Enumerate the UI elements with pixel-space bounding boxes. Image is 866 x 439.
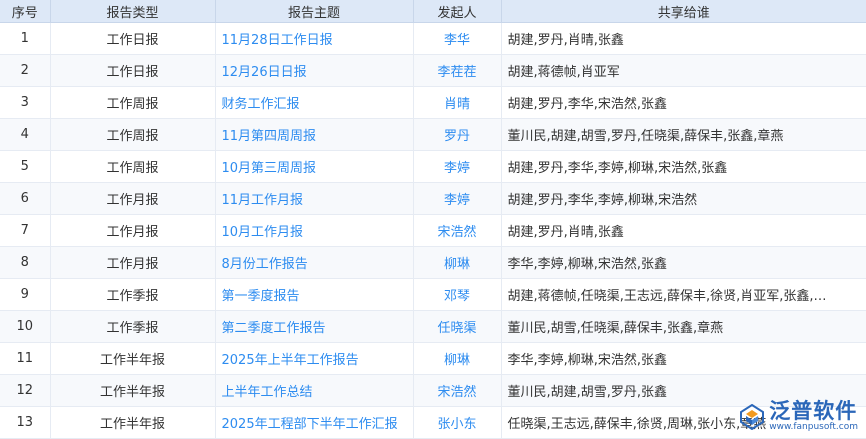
- cell-report-topic-link[interactable]: 第一季度报告: [215, 278, 414, 311]
- cell-report-topic-link[interactable]: 2025年上半年工作报告: [215, 342, 414, 375]
- cell-shared-with: 胡建,蒋德帧,任晓渠,王志远,薛保丰,徐贤,肖亚军,张鑫,…: [501, 278, 866, 311]
- table-row[interactable]: 9 工作季报 第一季度报告 邓琴 胡建,蒋德帧,任晓渠,王志远,薛保丰,徐贤,肖亚军,张…: [0, 278, 866, 311]
- cell-shared-with: 胡建,蒋德帧,肖亚军: [501, 54, 866, 87]
- cell-report-type: 工作周报: [50, 150, 216, 183]
- cell-initiator: 李茬茬: [413, 54, 502, 87]
- cell-initiator: 李婷: [413, 150, 502, 183]
- cell-initiator: 李婷: [413, 182, 502, 215]
- cell-shared-with: 胡建,罗丹,李华,宋浩然,张鑫: [501, 86, 866, 119]
- cell-initiator: 柳琳: [413, 342, 502, 375]
- cell-initiator: 任晓渠: [413, 310, 502, 343]
- column-header-type[interactable]: 报告类型: [50, 0, 216, 23]
- watermark: 泛普软件 www.fanpusoft.com: [739, 401, 858, 432]
- cell-initiator: 肖晴: [413, 86, 502, 119]
- cell-report-topic-link[interactable]: 12月26日日报: [215, 54, 414, 87]
- table-row[interactable]: 7 工作月报 10月工作月报 宋浩然 胡建,罗丹,肖晴,张鑫: [0, 214, 866, 247]
- cell-no: 11: [0, 342, 51, 375]
- cell-shared-with: 李华,李婷,柳琳,宋浩然,张鑫: [501, 246, 866, 279]
- table-row[interactable]: 2 工作日报 12月26日日报 李茬茬 胡建,蒋德帧,肖亚军: [0, 54, 866, 87]
- cell-no: 12: [0, 374, 51, 407]
- table-row[interactable]: 11 工作半年报 2025年上半年工作报告 柳琳 李华,李婷,柳琳,宋浩然,张鑫: [0, 342, 866, 375]
- cell-report-type: 工作季报: [50, 310, 216, 343]
- cell-report-type: 工作日报: [50, 54, 216, 87]
- cell-report-topic-link[interactable]: 11月第四周周报: [215, 118, 414, 151]
- cell-no: 5: [0, 150, 51, 183]
- cell-no: 7: [0, 214, 51, 247]
- cell-report-type: 工作日报: [50, 22, 216, 55]
- table-row[interactable]: 6 工作月报 11月工作月报 李婷 胡建,罗丹,李华,李婷,柳琳,宋浩然: [0, 182, 866, 215]
- cell-no: 8: [0, 246, 51, 279]
- cell-initiator: 柳琳: [413, 246, 502, 279]
- cell-no: 4: [0, 118, 51, 151]
- cell-shared-with: 董川民,胡建,胡雪,罗丹,任晓渠,薛保丰,张鑫,章燕: [501, 118, 866, 151]
- table-row[interactable]: 10 工作季报 第二季度工作报告 任晓渠 董川民,胡雪,任晓渠,薛保丰,张鑫,章燕: [0, 310, 866, 343]
- table-row[interactable]: 13 工作半年报 2025年工程部下半年工作汇报 张小东 任晓渠,王志远,薛保丰,徐贤,…: [0, 406, 866, 439]
- cell-report-type: 工作周报: [50, 86, 216, 119]
- cell-shared-with: 胡建,罗丹,肖晴,张鑫: [501, 214, 866, 247]
- cell-shared-with: 胡建,罗丹,李华,李婷,柳琳,宋浩然: [501, 182, 866, 215]
- table-row[interactable]: 8 工作月报 8月份工作报告 柳琳 李华,李婷,柳琳,宋浩然,张鑫: [0, 246, 866, 279]
- table-row[interactable]: 4 工作周报 11月第四周周报 罗丹 董川民,胡建,胡雪,罗丹,任晓渠,薛保丰,张鑫,章…: [0, 118, 866, 151]
- fanpu-logo-icon: [740, 403, 765, 430]
- cell-report-topic-link[interactable]: 第二季度工作报告: [215, 310, 414, 343]
- report-share-table: 序号 报告类型 报告主题 发起人 共享给谁 1 工作日报 11月28日工作日报 李华胡…: [0, 0, 866, 439]
- cell-report-topic-link[interactable]: 上半年工作总结: [215, 374, 414, 407]
- cell-report-topic-link[interactable]: 财务工作汇报: [215, 86, 414, 119]
- cell-report-topic-link[interactable]: 8月份工作报告: [215, 246, 414, 279]
- cell-report-type: 工作月报: [50, 214, 216, 247]
- cell-initiator: 罗丹: [413, 118, 502, 151]
- cell-initiator: 邓琴: [413, 278, 502, 311]
- cell-initiator: 李华: [413, 22, 502, 55]
- column-header-no[interactable]: 序号: [0, 0, 51, 23]
- cell-no: 3: [0, 86, 51, 119]
- table-row[interactable]: 5 工作周报 10月第三周周报 李婷 胡建,罗丹,李华,李婷,柳琳,宋浩然,张鑫: [0, 150, 866, 183]
- cell-no: 9: [0, 278, 51, 311]
- cell-initiator: 宋浩然: [413, 214, 502, 247]
- cell-report-type: 工作周报: [50, 118, 216, 151]
- cell-shared-with: 胡建,罗丹,李华,李婷,柳琳,宋浩然,张鑫: [501, 150, 866, 183]
- cell-no: 10: [0, 310, 51, 343]
- cell-no: 2: [0, 54, 51, 87]
- table-row[interactable]: 3 工作周报 财务工作汇报 肖晴 胡建,罗丹,李华,宋浩然,张鑫: [0, 86, 866, 119]
- watermark-url: www.fanpusoft.com: [769, 422, 858, 432]
- cell-no: 6: [0, 182, 51, 215]
- cell-shared-with: 胡建,罗丹,肖晴,张鑫: [501, 22, 866, 55]
- cell-no: 1: [0, 22, 51, 55]
- cell-no: 13: [0, 406, 51, 439]
- column-header-initiator[interactable]: 发起人: [413, 0, 502, 23]
- table-row[interactable]: 1 工作日报 11月28日工作日报 李华 胡建,罗丹,肖晴,张鑫: [0, 22, 866, 55]
- cell-report-type: 工作半年报: [50, 342, 216, 375]
- watermark-brand: 泛普软件: [769, 399, 858, 423]
- table-header-row: 序号 报告类型 报告主题 发起人 共享给谁: [0, 0, 866, 23]
- column-header-shared-with[interactable]: 共享给谁: [501, 0, 866, 23]
- cell-initiator: 宋浩然: [413, 374, 502, 407]
- cell-report-topic-link[interactable]: 10月第三周周报: [215, 150, 414, 183]
- column-header-topic[interactable]: 报告主题: [215, 0, 414, 23]
- cell-initiator: 张小东: [413, 406, 502, 439]
- cell-report-type: 工作半年报: [50, 406, 216, 439]
- cell-report-topic-link[interactable]: 10月工作月报: [215, 214, 414, 247]
- cell-report-topic-link[interactable]: 2025年工程部下半年工作汇报: [215, 406, 414, 439]
- cell-report-topic-link[interactable]: 11月28日工作日报: [215, 22, 414, 55]
- cell-shared-with: 李华,李婷,柳琳,宋浩然,张鑫: [501, 342, 866, 375]
- cell-report-type: 工作月报: [50, 246, 216, 279]
- cell-report-topic-link[interactable]: 11月工作月报: [215, 182, 414, 215]
- cell-report-type: 工作月报: [50, 182, 216, 215]
- cell-report-type: 工作季报: [50, 278, 216, 311]
- cell-report-type: 工作半年报: [50, 374, 216, 407]
- table-row[interactable]: 12 工作半年报 上半年工作总结 宋浩然 董川民,胡建,胡雪,罗丹,张鑫: [0, 374, 866, 407]
- cell-shared-with: 董川民,胡雪,任晓渠,薛保丰,张鑫,章燕: [501, 310, 866, 343]
